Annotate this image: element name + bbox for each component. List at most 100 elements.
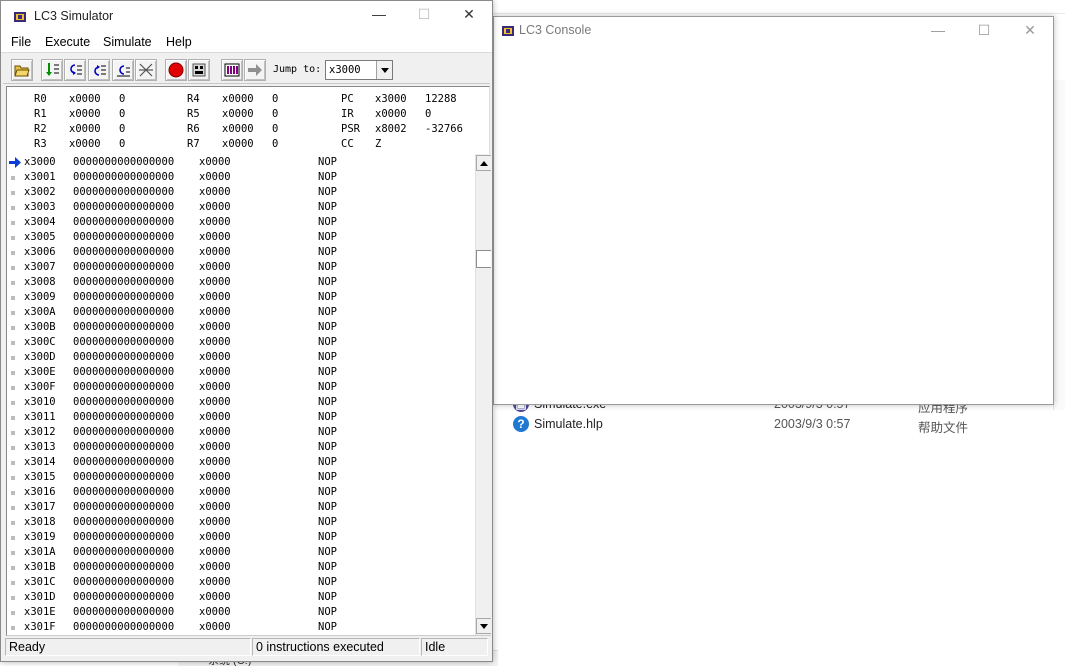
reg-hex-r3[interactable]: x0000 (69, 137, 101, 152)
console-titlebar[interactable]: LC3 Console — ☐ ✕ (494, 17, 1053, 45)
breakpoint-marker[interactable] (11, 521, 15, 525)
breakpoint-marker[interactable] (11, 356, 15, 360)
breakpoint-marker[interactable] (11, 536, 15, 540)
memory-row[interactable]: x3000 0000000000000000 x0000 NOP (7, 155, 475, 170)
reg-hex-r2[interactable]: x0000 (69, 122, 101, 137)
breakpoint-marker[interactable] (11, 506, 15, 510)
breakpoint-marker[interactable] (11, 446, 15, 450)
memory-row[interactable]: x300F 0000000000000000 x0000 NOP (7, 380, 475, 395)
breakpoint-button[interactable] (221, 59, 243, 81)
scroll-thumb[interactable] (476, 250, 491, 268)
breakpoint-marker[interactable] (11, 491, 15, 495)
simulator-close-button[interactable]: ✕ (446, 1, 492, 29)
memory-row[interactable]: x301B 0000000000000000 x0000 NOP (7, 560, 475, 575)
menu-execute[interactable]: Execute (45, 35, 90, 49)
step-out-button[interactable] (88, 59, 110, 81)
memory-row[interactable]: x3012 0000000000000000 x0000 NOP (7, 425, 475, 440)
breakpoint-marker[interactable] (11, 461, 15, 465)
breakpoint-marker[interactable] (11, 416, 15, 420)
reg-hex-r4[interactable]: x0000 (222, 92, 254, 107)
reg-dec-psr[interactable]: -32766 (425, 122, 463, 137)
breakpoint-marker[interactable] (11, 581, 15, 585)
simulator-minimize-button[interactable]: — (356, 1, 402, 29)
open-button[interactable] (11, 59, 33, 81)
memory-row[interactable]: x3013 0000000000000000 x0000 NOP (7, 440, 475, 455)
memory-row[interactable]: x3001 0000000000000000 x0000 NOP (7, 170, 475, 185)
reg-dec-r3[interactable]: 0 (119, 137, 125, 152)
memory-row[interactable]: x3017 0000000000000000 x0000 NOP (7, 500, 475, 515)
memory-row[interactable]: x3015 0000000000000000 x0000 NOP (7, 470, 475, 485)
memory-row[interactable]: x301D 0000000000000000 x0000 NOP (7, 590, 475, 605)
breakpoint-marker[interactable] (11, 236, 15, 240)
memory-row[interactable]: x3014 0000000000000000 x0000 NOP (7, 455, 475, 470)
stop-button[interactable] (165, 59, 187, 81)
memory-row[interactable]: x3006 0000000000000000 x0000 NOP (7, 245, 475, 260)
breakpoint-marker[interactable] (11, 431, 15, 435)
memory-row[interactable]: x3009 0000000000000000 x0000 NOP (7, 290, 475, 305)
reg-hex-ir[interactable]: x0000 (375, 107, 407, 122)
jump-dropdown-button[interactable] (376, 61, 392, 79)
memory-row[interactable]: x3016 0000000000000000 x0000 NOP (7, 485, 475, 500)
scroll-up-button[interactable] (476, 155, 491, 171)
memory-row[interactable]: x301E 0000000000000000 x0000 NOP (7, 605, 475, 620)
reg-dec-r4[interactable]: 0 (272, 92, 278, 107)
breakpoint-marker[interactable] (11, 281, 15, 285)
reg-hex-psr[interactable]: x8002 (375, 122, 407, 137)
reg-dec-r5[interactable]: 0 (272, 107, 278, 122)
breakpoint-marker[interactable] (11, 296, 15, 300)
continue-button[interactable] (135, 59, 157, 81)
reg-dec-r2[interactable]: 0 (119, 122, 125, 137)
reg-dec-r6[interactable]: 0 (272, 122, 278, 137)
reset-button[interactable] (188, 59, 210, 81)
breakpoint-marker[interactable] (11, 386, 15, 390)
reg-hex-r6[interactable]: x0000 (222, 122, 254, 137)
memory-scrollbar[interactable] (475, 154, 491, 635)
breakpoint-marker[interactable] (11, 341, 15, 345)
breakpoint-marker[interactable] (11, 221, 15, 225)
breakpoint-marker[interactable] (11, 611, 15, 615)
breakpoint-marker[interactable] (11, 176, 15, 180)
breakpoint-marker[interactable] (11, 191, 15, 195)
breakpoint-marker[interactable] (11, 551, 15, 555)
breakpoint-marker[interactable] (11, 401, 15, 405)
memory-row[interactable]: x3018 0000000000000000 x0000 NOP (7, 515, 475, 530)
menu-file[interactable]: File (11, 35, 31, 49)
memory-row[interactable]: x3019 0000000000000000 x0000 NOP (7, 530, 475, 545)
breakpoint-marker[interactable] (11, 326, 15, 330)
file-row-simulate-hlp[interactable]: ? Simulate.hlp 2003/9/3 0:57 帮助文件 (505, 413, 1065, 435)
memory-row[interactable]: x3003 0000000000000000 x0000 NOP (7, 200, 475, 215)
simulator-titlebar[interactable]: LC3 Simulator — ☐ ✕ (1, 1, 492, 32)
memory-row[interactable]: x3011 0000000000000000 x0000 NOP (7, 410, 475, 425)
menu-simulate[interactable]: Simulate (103, 35, 152, 49)
memory-row[interactable]: x3010 0000000000000000 x0000 NOP (7, 395, 475, 410)
step-back-button[interactable] (112, 59, 134, 81)
reg-value-cc[interactable]: Z (375, 137, 381, 152)
memory-row[interactable]: x300E 0000000000000000 x0000 NOP (7, 365, 475, 380)
memory-row[interactable]: x301C 0000000000000000 x0000 NOP (7, 575, 475, 590)
reg-hex-pc[interactable]: x3000 (375, 92, 407, 107)
reg-dec-r1[interactable]: 0 (119, 107, 125, 122)
breakpoint-marker[interactable] (11, 371, 15, 375)
scroll-down-button[interactable] (476, 618, 491, 634)
memory-row[interactable]: x3002 0000000000000000 x0000 NOP (7, 185, 475, 200)
console-minimize-button[interactable]: — (915, 17, 961, 45)
breakpoint-marker[interactable] (11, 566, 15, 570)
breakpoint-marker[interactable] (11, 311, 15, 315)
memory-row[interactable]: x300D 0000000000000000 x0000 NOP (7, 350, 475, 365)
reg-dec-ir[interactable]: 0 (425, 107, 431, 122)
memory-row[interactable]: x3008 0000000000000000 x0000 NOP (7, 275, 475, 290)
reg-dec-pc[interactable]: 12288 (425, 92, 457, 107)
console-close-button[interactable]: ✕ (1007, 17, 1053, 45)
reg-hex-r0[interactable]: x0000 (69, 92, 101, 107)
step-over-button[interactable] (64, 59, 86, 81)
reg-hex-r1[interactable]: x0000 (69, 107, 101, 122)
simulator-maximize-button[interactable]: ☐ (401, 1, 447, 29)
memory-row[interactable]: x301A 0000000000000000 x0000 NOP (7, 545, 475, 560)
memory-row[interactable]: x3005 0000000000000000 x0000 NOP (7, 230, 475, 245)
memory-row[interactable]: x300C 0000000000000000 x0000 NOP (7, 335, 475, 350)
breakpoint-marker[interactable] (11, 266, 15, 270)
breakpoint-marker[interactable] (11, 626, 15, 630)
memory-row[interactable]: x301F 0000000000000000 x0000 NOP (7, 620, 475, 635)
menu-help[interactable]: Help (166, 35, 192, 49)
breakpoint-marker[interactable] (11, 251, 15, 255)
